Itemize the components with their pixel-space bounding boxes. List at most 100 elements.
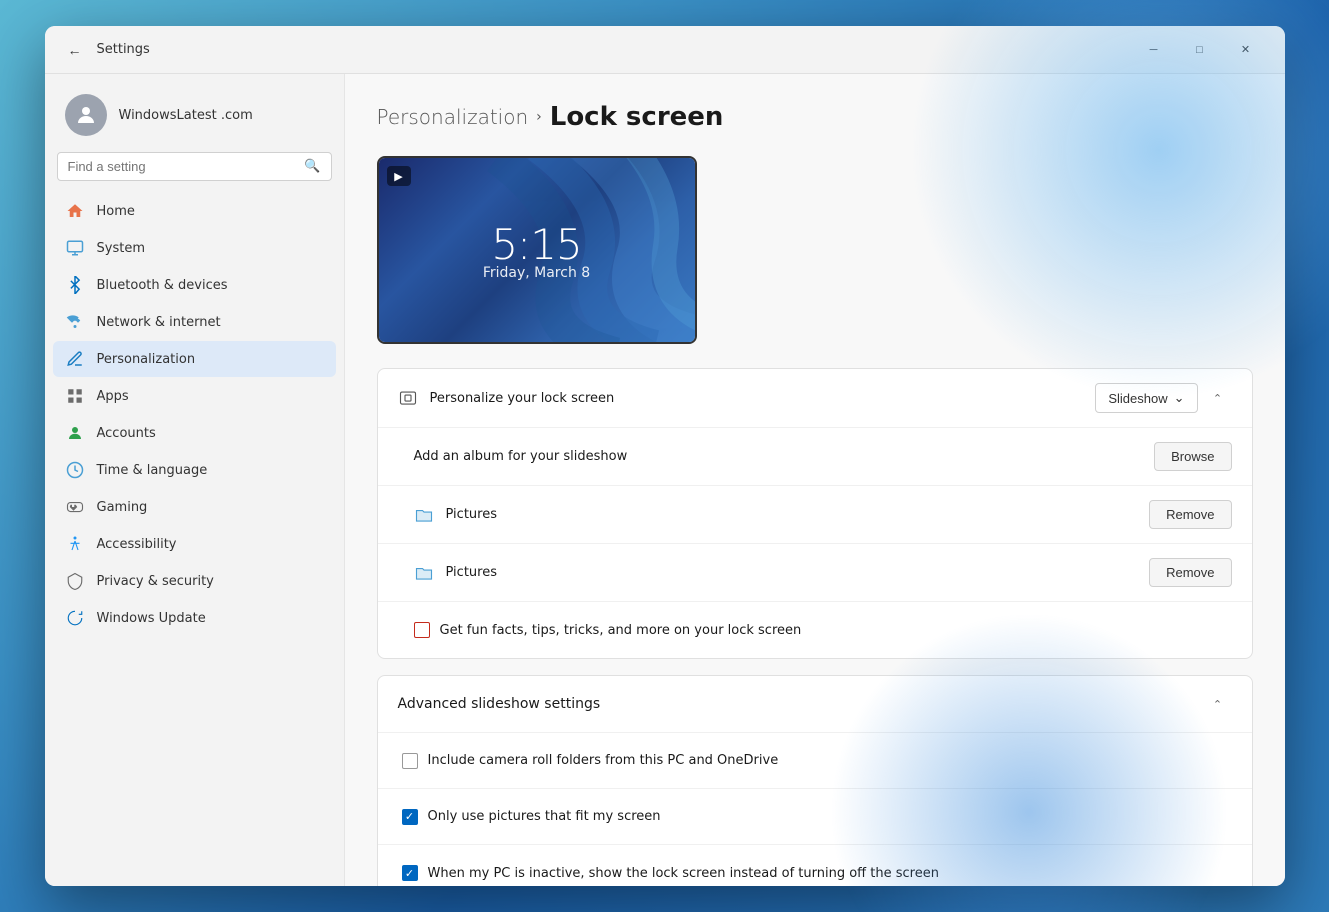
browse-button[interactable]: Browse: [1154, 442, 1231, 471]
fit-screen-checkbox[interactable]: ✓: [402, 809, 418, 825]
personalize-expand-btn[interactable]: ⌃: [1204, 384, 1232, 412]
sidebar-label-apps: Apps: [97, 389, 129, 404]
sidebar-label-privacy: Privacy & security: [97, 574, 214, 589]
add-album-row: Add an album for your slideshow Browse: [378, 428, 1252, 486]
back-button[interactable]: ←: [61, 36, 89, 64]
sidebar-label-gaming: Gaming: [97, 500, 148, 515]
sidebar-label-network: Network & internet: [97, 315, 221, 330]
network-icon: [65, 312, 85, 332]
personalize-control: Slideshow ⌄ ⌃: [1095, 383, 1231, 413]
folder-name-2: Pictures: [446, 565, 1138, 580]
dropdown-chevron: ⌄: [1174, 390, 1185, 406]
sidebar-item-home[interactable]: Home: [53, 193, 336, 229]
sidebar-label-time: Time & language: [97, 463, 208, 478]
search-input[interactable]: [68, 159, 297, 174]
search-icon: 🔍: [304, 159, 320, 174]
pictures-row-1: Pictures Remove: [378, 486, 1252, 544]
breadcrumb-parent[interactable]: Personalization: [377, 105, 529, 129]
avatar: [65, 94, 107, 136]
camera-roll-wrapper: Include camera roll folders from this PC…: [402, 753, 779, 769]
time-icon: [65, 460, 85, 480]
accounts-icon: [65, 423, 85, 443]
sidebar-label-accounts: Accounts: [97, 426, 156, 441]
sidebar-item-system[interactable]: System: [53, 230, 336, 266]
gaming-icon: [65, 497, 85, 517]
advanced-title: Advanced slideshow settings: [398, 696, 1204, 712]
user-section: WindowsLatest .com: [53, 86, 336, 152]
sidebar-label-system: System: [97, 241, 145, 256]
slideshow-dropdown[interactable]: Slideshow ⌄: [1095, 383, 1197, 413]
personalize-label: Personalize your lock screen: [430, 391, 1084, 406]
fun-facts-label: Get fun facts, tips, tricks, and more on…: [440, 623, 802, 638]
fit-screen-wrapper: ✓ Only use pictures that fit my screen: [402, 809, 661, 825]
sidebar-item-network[interactable]: Network & internet: [53, 304, 336, 340]
camera-roll-row: Include camera roll folders from this PC…: [378, 733, 1252, 789]
advanced-expand-btn[interactable]: ⌃: [1204, 690, 1232, 718]
inactive-wrapper: ✓ When my PC is inactive, show the lock …: [402, 865, 939, 881]
sidebar-item-privacy[interactable]: Privacy & security: [53, 563, 336, 599]
titlebar: ← Settings ─ □ ✕: [45, 26, 1285, 74]
sidebar-item-apps[interactable]: Apps: [53, 378, 336, 414]
sidebar-label-personalization: Personalization: [97, 352, 196, 367]
inactive-label: When my PC is inactive, show the lock sc…: [428, 866, 939, 881]
remove-button-1[interactable]: Remove: [1149, 500, 1231, 529]
home-icon: [65, 201, 85, 221]
personalize-card: Personalize your lock screen Slideshow ⌄…: [377, 368, 1253, 659]
maximize-button[interactable]: □: [1177, 34, 1223, 66]
privacy-icon: [65, 571, 85, 591]
breadcrumb: Personalization › Lock screen: [377, 102, 1253, 132]
close-button[interactable]: ✕: [1223, 34, 1269, 66]
preview-play-icon: ▶: [387, 166, 411, 186]
camera-roll-checkbox[interactable]: [402, 753, 418, 769]
minimize-button[interactable]: ─: [1131, 34, 1177, 66]
sidebar-label-accessibility: Accessibility: [97, 537, 177, 552]
folder-icon-2: [414, 563, 434, 583]
update-icon: [65, 608, 85, 628]
inactive-row: ✓ When my PC is inactive, show the lock …: [378, 845, 1252, 886]
sidebar-item-bluetooth[interactable]: Bluetooth & devices: [53, 267, 336, 303]
apps-icon: [65, 386, 85, 406]
sidebar-item-update[interactable]: Windows Update: [53, 600, 336, 636]
inactive-checkbox[interactable]: ✓: [402, 865, 418, 881]
folder-1-control: Remove: [1149, 500, 1231, 529]
remove-button-2[interactable]: Remove: [1149, 558, 1231, 587]
fun-facts-wrapper: Get fun facts, tips, tricks, and more on…: [414, 622, 802, 638]
sidebar-item-time[interactable]: Time & language: [53, 452, 336, 488]
settings-window: ← Settings ─ □ ✕ WindowsLatest .com 🔍: [45, 26, 1285, 886]
search-box[interactable]: 🔍: [57, 152, 332, 181]
lock-date: Friday, March 8: [483, 265, 590, 281]
accessibility-icon: [65, 534, 85, 554]
fun-facts-row: Get fun facts, tips, tricks, and more on…: [378, 602, 1252, 658]
lock-screen-preview: 5:15 Friday, March 8 ▶: [377, 156, 697, 344]
fun-facts-checkbox[interactable]: [414, 622, 430, 638]
window-title: Settings: [97, 42, 150, 57]
sidebar-item-accounts[interactable]: Accounts: [53, 415, 336, 451]
breadcrumb-current: Lock screen: [550, 102, 724, 132]
sidebar-item-accessibility[interactable]: Accessibility: [53, 526, 336, 562]
advanced-header[interactable]: Advanced slideshow settings ⌃: [378, 676, 1252, 733]
pictures-row-2: Pictures Remove: [378, 544, 1252, 602]
breadcrumb-separator: ›: [536, 109, 542, 125]
main-content: Personalization › Lock screen 5:15 Frida…: [345, 74, 1285, 886]
folder-2-control: Remove: [1149, 558, 1231, 587]
slideshow-value: Slideshow: [1108, 391, 1167, 406]
sidebar: WindowsLatest .com 🔍 Home System: [45, 74, 345, 886]
sidebar-label-bluetooth: Bluetooth & devices: [97, 278, 228, 293]
fit-screen-label: Only use pictures that fit my screen: [428, 809, 661, 824]
lock-screen-icon: [398, 388, 418, 408]
folder-name-1: Pictures: [446, 507, 1138, 522]
folder-icon-1: [414, 505, 434, 525]
advanced-section: Advanced slideshow settings ⌃ Include ca…: [377, 675, 1253, 886]
add-album-label: Add an album for your slideshow: [414, 449, 1143, 464]
sidebar-item-gaming[interactable]: Gaming: [53, 489, 336, 525]
lock-preview-overlay: ▶: [379, 158, 695, 194]
username: WindowsLatest .com: [119, 108, 253, 123]
fit-screen-row: ✓ Only use pictures that fit my screen: [378, 789, 1252, 845]
camera-roll-label: Include camera roll folders from this PC…: [428, 753, 779, 768]
window-controls: ─ □ ✕: [1131, 34, 1269, 66]
sidebar-item-personalization[interactable]: Personalization: [53, 341, 336, 377]
sidebar-label-home: Home: [97, 204, 135, 219]
add-album-control: Browse: [1154, 442, 1231, 471]
personalize-row: Personalize your lock screen Slideshow ⌄…: [378, 369, 1252, 428]
lock-time: 5:15: [491, 220, 581, 269]
